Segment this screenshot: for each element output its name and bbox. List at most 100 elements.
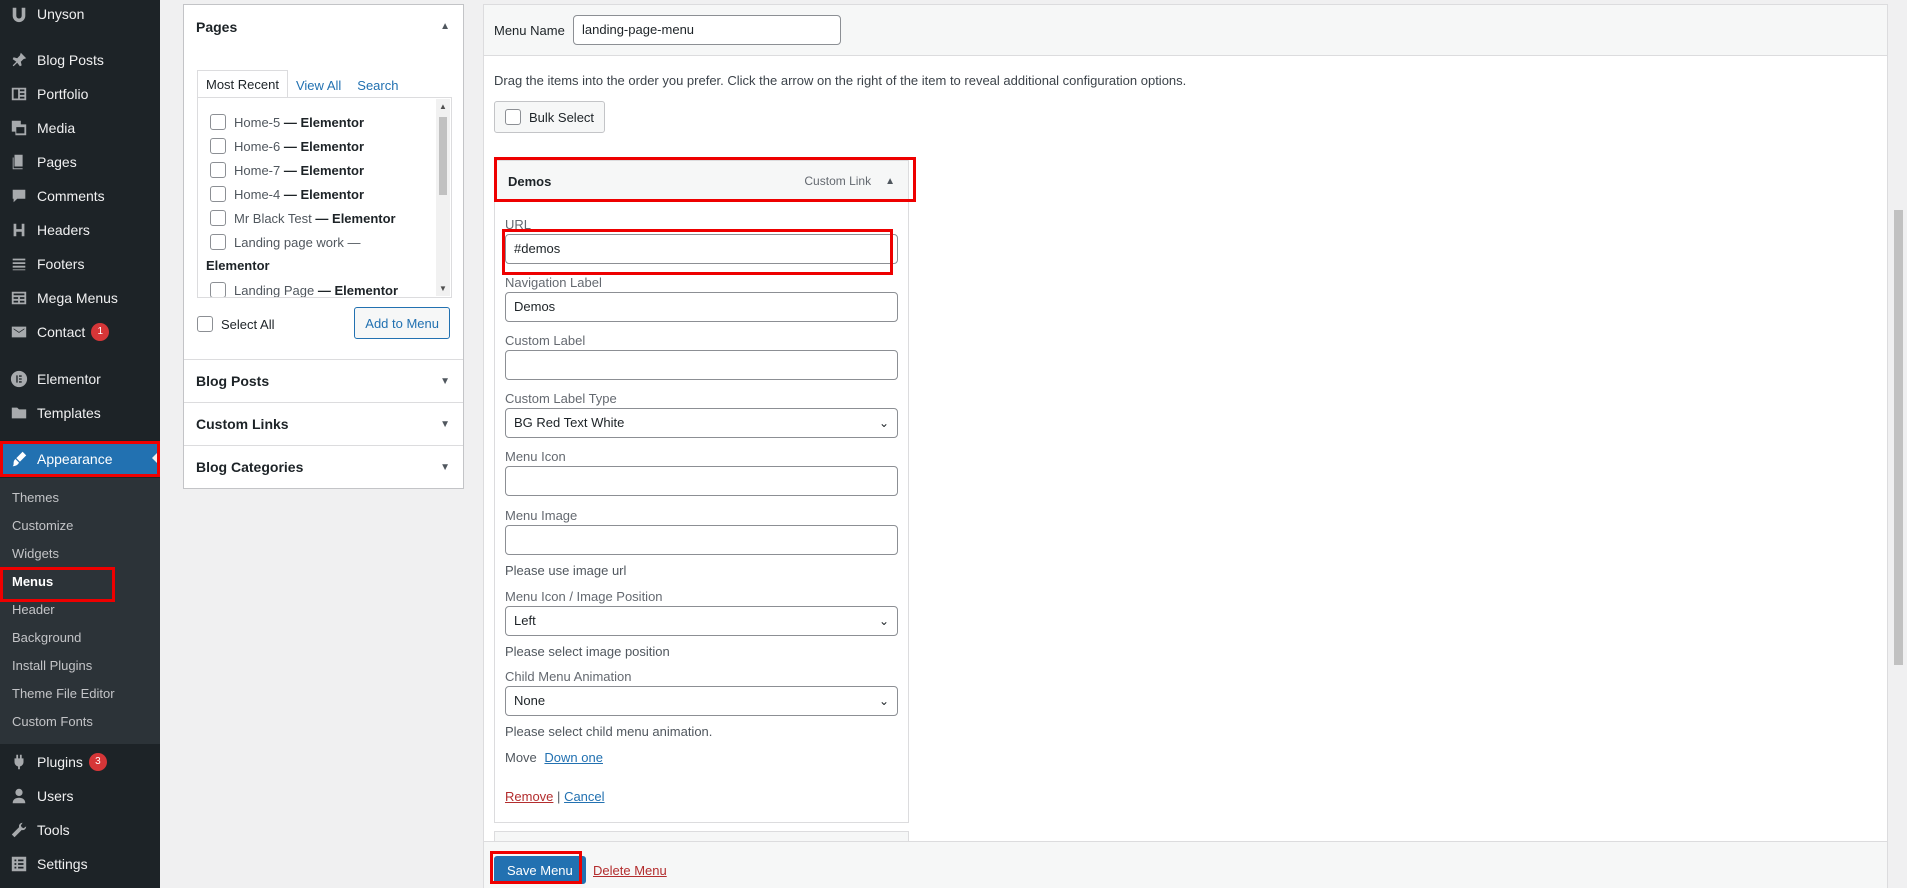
menu-name-label: Menu Name: [494, 23, 565, 38]
list-item[interactable]: Home-4 — Elementor: [210, 186, 364, 202]
user-icon: [9, 786, 29, 806]
submenu-theme-file-editor[interactable]: Theme File Editor: [12, 686, 115, 701]
pin-icon: [9, 50, 29, 70]
sidebar-item-mega-menus[interactable]: Mega Menus: [0, 281, 160, 315]
checkbox[interactable]: [210, 282, 226, 297]
sidebar-item-portfolio[interactable]: Portfolio: [0, 77, 160, 111]
move-down-one-link[interactable]: Down one: [544, 750, 603, 765]
list-item[interactable]: Home-7 — Elementor: [210, 162, 364, 178]
add-to-menu-button[interactable]: Add to Menu: [354, 307, 450, 339]
scroll-down-icon[interactable]: ▼: [439, 284, 447, 293]
page-scroll-thumb[interactable]: [1894, 210, 1903, 665]
submenu-install-plugins[interactable]: Install Plugins: [12, 658, 92, 673]
pages-tabs: Most Recent View All Search: [197, 68, 406, 98]
menu-editor: Menu Name landing-page-menu Drag the ite…: [483, 4, 1888, 888]
list-item[interactable]: Home-5 — Elementor: [210, 114, 364, 130]
scroll-thumb[interactable]: [439, 117, 447, 195]
sidebar-item-media[interactable]: Media: [0, 111, 160, 145]
menu-item-demos-header[interactable]: Demos Custom Link ▲: [494, 160, 909, 202]
sidebar-item-label: Blog Posts: [37, 52, 104, 68]
custom-label-input[interactable]: [505, 350, 898, 380]
child-menu-animation-label: Child Menu Animation: [505, 669, 632, 684]
save-menu-button[interactable]: Save Menu: [494, 856, 586, 884]
bulk-select-checkbox[interactable]: [505, 109, 521, 125]
expand-arrow-icon[interactable]: ▼: [440, 462, 450, 473]
menu-image-input[interactable]: [505, 525, 898, 555]
next-menu-item[interactable]: [494, 831, 909, 841]
accordion-title: Pages: [196, 18, 238, 35]
collapse-arrow-icon[interactable]: ▲: [885, 176, 895, 187]
move-row: Move Down one: [505, 750, 603, 765]
checkbox[interactable]: [210, 114, 226, 130]
checkbox[interactable]: [210, 234, 226, 250]
sidebar-item-pages[interactable]: Pages: [0, 145, 160, 179]
list-item-continued: Elementor: [206, 258, 270, 273]
sidebar-item-tools[interactable]: Tools: [0, 813, 160, 847]
tab-search[interactable]: Search: [349, 72, 406, 98]
submenu-header[interactable]: Header: [12, 602, 55, 617]
submenu-background[interactable]: Background: [12, 630, 81, 645]
tab-view-all[interactable]: View All: [288, 72, 349, 98]
list-item[interactable]: Home-6 — Elementor: [210, 138, 364, 154]
sidebar-item-settings[interactable]: Settings: [0, 847, 160, 881]
expand-arrow-icon[interactable]: ▼: [440, 419, 450, 430]
sidebar-item-blog-posts[interactable]: Blog Posts: [0, 43, 160, 77]
sidebar-item-headers[interactable]: Headers: [0, 213, 160, 247]
accordion-blog-posts-header[interactable]: Blog Posts ▼: [184, 359, 463, 402]
sidebar-item-templates[interactable]: Templates: [0, 396, 160, 430]
sidebar-item-label: Portfolio: [37, 86, 89, 102]
submenu-widgets[interactable]: Widgets: [12, 546, 59, 561]
menu-name-input[interactable]: landing-page-menu: [573, 15, 841, 45]
submenu-themes[interactable]: Themes: [12, 490, 59, 505]
tab-most-recent[interactable]: Most Recent: [197, 70, 288, 98]
sidebar-item-appearance[interactable]: Appearance: [0, 441, 160, 477]
sidebar-item-elementor[interactable]: Elementor: [0, 362, 160, 396]
bulk-select-button[interactable]: Bulk Select: [494, 101, 606, 133]
custom-label-type-label: Custom Label Type: [505, 391, 617, 406]
list-item[interactable]: Mr Black Test — Elementor: [210, 210, 396, 226]
pages-list: Home-5 — Elementor Home-6 — Elementor Ho…: [197, 97, 452, 298]
scroll-up-icon[interactable]: ▲: [439, 102, 447, 111]
checkbox[interactable]: [210, 138, 226, 154]
accordion-blog-categories-header[interactable]: Blog Categories ▼: [184, 445, 463, 488]
sidebar-item-comments[interactable]: Comments: [0, 179, 160, 213]
submenu-menus[interactable]: Menus: [12, 574, 53, 589]
custom-label-label: Custom Label: [505, 333, 586, 348]
select-all[interactable]: Select All: [197, 316, 274, 332]
navigation-label-input[interactable]: Demos: [505, 292, 898, 322]
submenu-customize[interactable]: Customize: [12, 518, 73, 533]
url-input[interactable]: #demos: [505, 234, 898, 264]
sidebar-item-users[interactable]: Users: [0, 779, 160, 813]
sidebar-item-contact[interactable]: Contact 1: [0, 315, 160, 349]
brand-unyson[interactable]: Unyson: [0, 0, 160, 30]
checkbox[interactable]: [210, 186, 226, 202]
list-scrollbar[interactable]: ▲ ▼: [436, 99, 450, 296]
sidebar-item-label: Users: [37, 788, 74, 804]
separator: |: [557, 789, 561, 804]
delete-menu-link[interactable]: Delete Menu: [593, 863, 667, 878]
cancel-link[interactable]: Cancel: [564, 789, 604, 804]
brush-icon: [9, 449, 29, 469]
page-scrollbar[interactable]: [1890, 0, 1907, 888]
portfolio-icon: [9, 84, 29, 104]
checkbox[interactable]: [210, 162, 226, 178]
menu-icon-input[interactable]: [505, 466, 898, 496]
accordion-custom-links-header[interactable]: Custom Links ▼: [184, 402, 463, 445]
sidebar-item-footers[interactable]: Footers: [0, 247, 160, 281]
custom-label-type-select[interactable]: BG Red Text White ⌄: [505, 408, 898, 438]
checkbox[interactable]: [210, 210, 226, 226]
image-position-label: Menu Icon / Image Position: [505, 589, 663, 604]
list-item[interactable]: Landing page work —: [210, 234, 360, 250]
sidebar-item-plugins[interactable]: Plugins 3: [0, 745, 160, 779]
collapse-arrow-icon[interactable]: ▲: [440, 21, 450, 32]
submenu-custom-fonts[interactable]: Custom Fonts: [12, 714, 93, 729]
list-item[interactable]: Landing Page — Elementor: [210, 282, 398, 297]
footers-icon: [9, 254, 29, 274]
remove-link[interactable]: Remove: [505, 789, 553, 804]
item-actions: Remove | Cancel: [505, 789, 605, 804]
image-position-select[interactable]: Left ⌄: [505, 606, 898, 636]
select-all-checkbox[interactable]: [197, 316, 213, 332]
accordion-pages-header[interactable]: Pages ▲: [184, 5, 463, 48]
child-menu-animation-select[interactable]: None ⌄: [505, 686, 898, 716]
expand-arrow-icon[interactable]: ▼: [440, 376, 450, 387]
